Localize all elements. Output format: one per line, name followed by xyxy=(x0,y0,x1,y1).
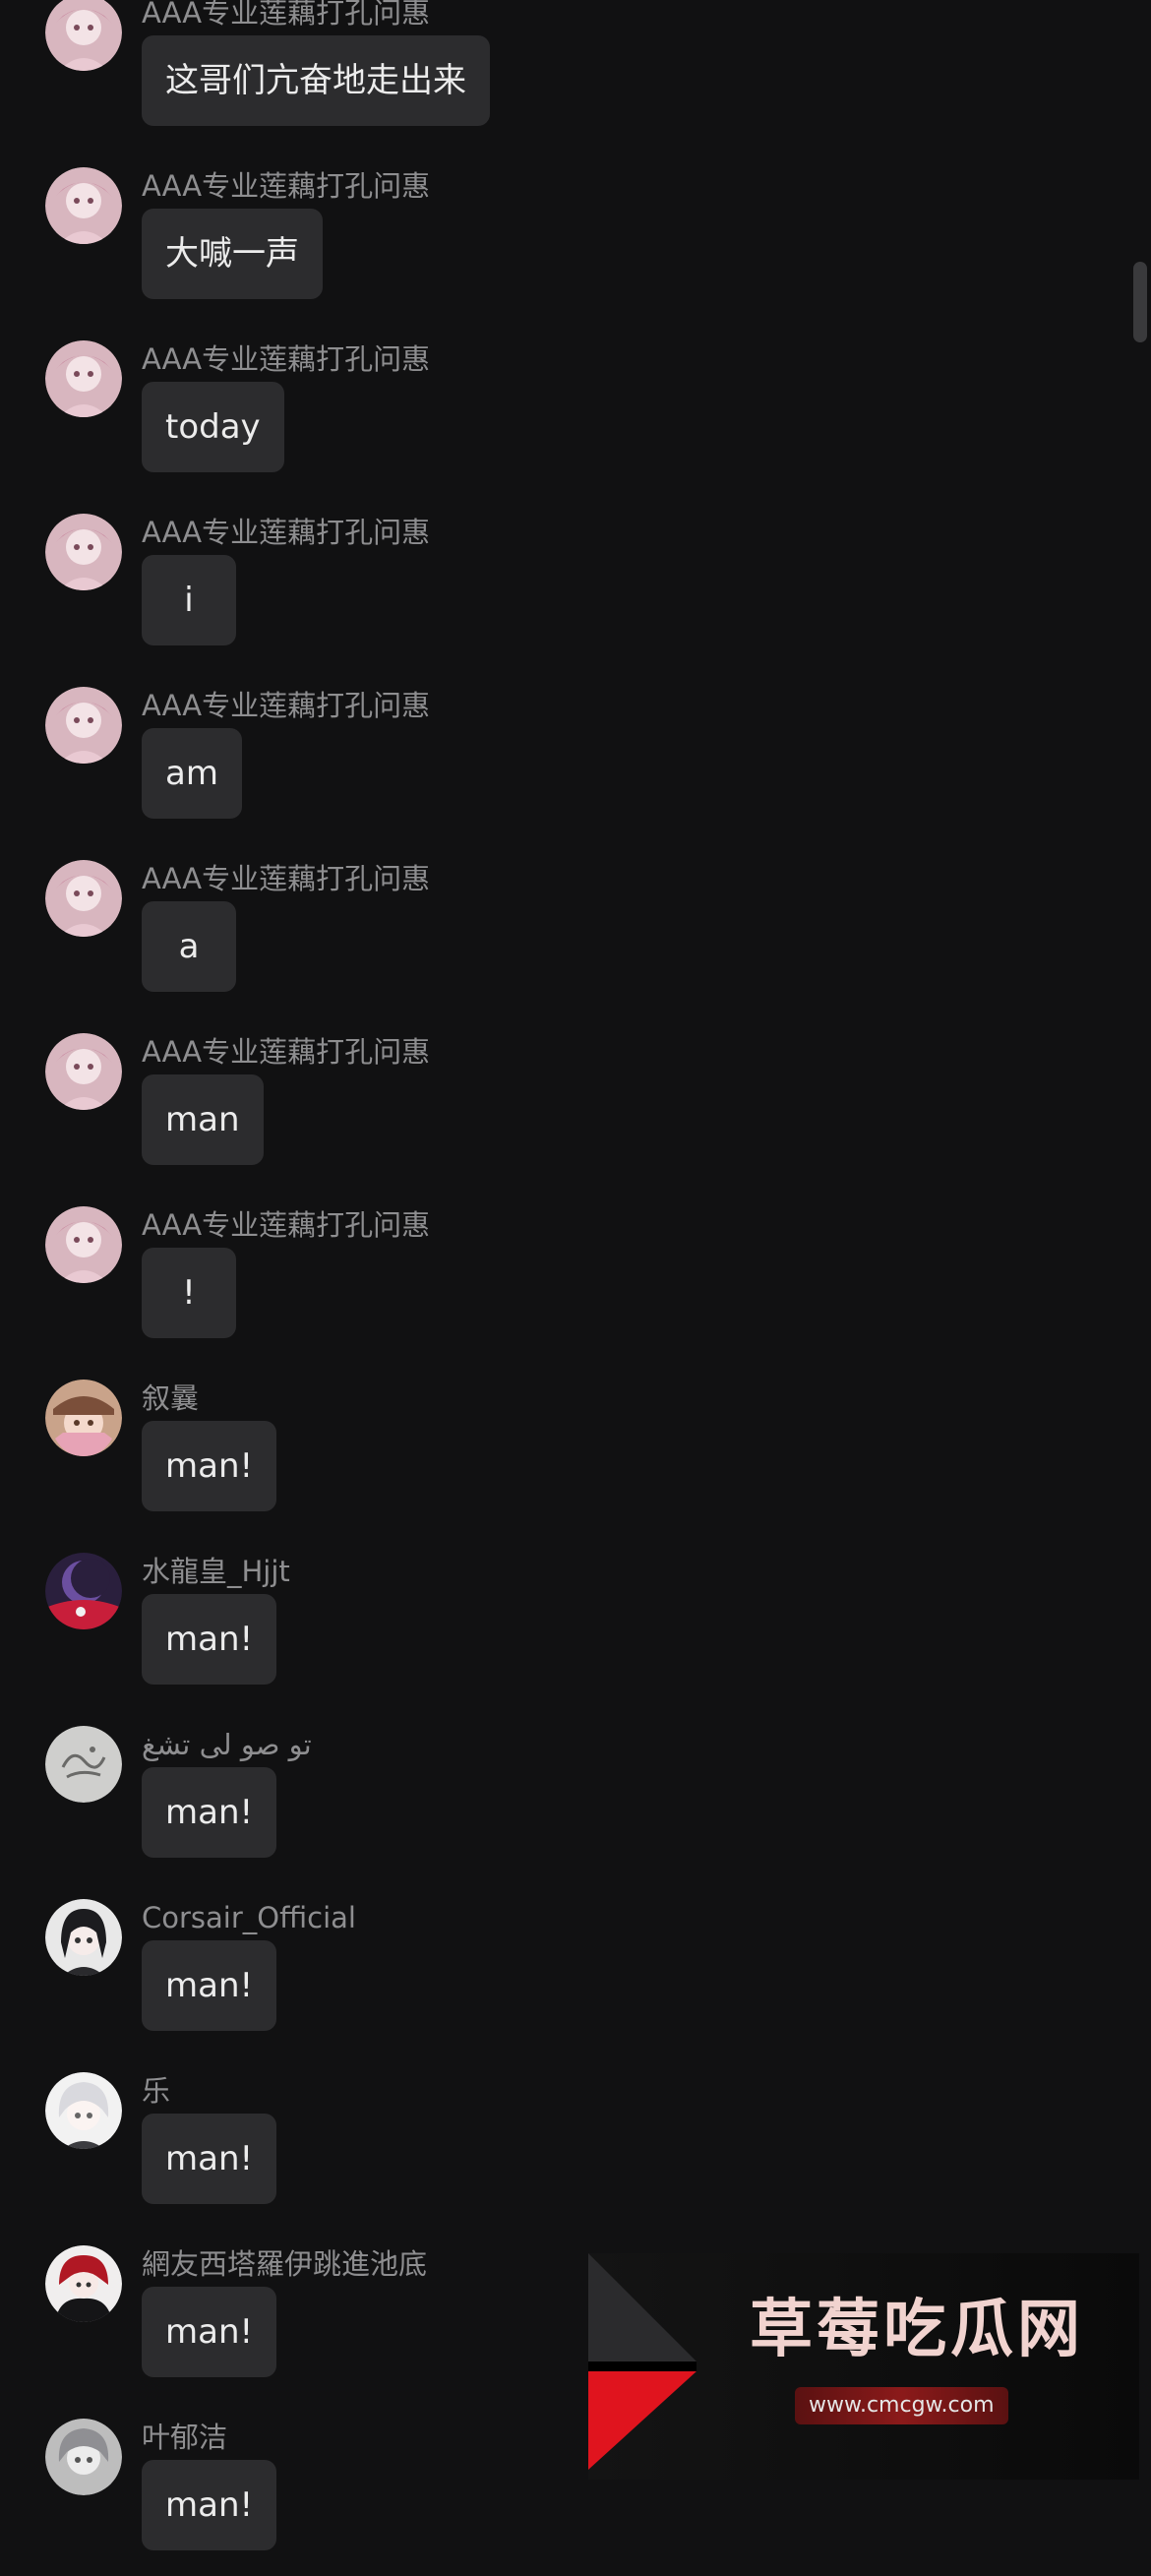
anime-hat-avatar-icon[interactable] xyxy=(45,1380,122,1456)
message-bubble[interactable]: a xyxy=(142,901,236,992)
username[interactable]: AAA专业莲藕打孔问惠 xyxy=(142,860,430,897)
username[interactable]: AAA专业莲藕打孔问惠 xyxy=(142,1033,430,1071)
gray-anime-avatar-icon[interactable] xyxy=(45,2419,122,2495)
chat-message: 水龍皇_Hjjt man! xyxy=(45,1553,1029,1710)
message-bubble[interactable]: ! xyxy=(142,1248,236,1338)
username[interactable]: 水龍皇_Hjjt xyxy=(142,1553,290,1590)
username[interactable]: 叙曩 xyxy=(142,1380,199,1417)
chat-message: تو صو لی تشغ man! xyxy=(45,1726,1029,1883)
chat-message: AAA专业莲藕打孔问惠 大喊一声 xyxy=(45,167,1029,325)
watermark-title: 草莓吃瓜网 xyxy=(750,2294,1084,2366)
chat-message: 叙曩 man! xyxy=(45,1380,1029,1537)
pink-anime-avatar-icon[interactable] xyxy=(45,1033,122,1110)
chat-message: AAA专业莲藕打孔问惠 am xyxy=(45,687,1029,844)
username[interactable]: AAA专业莲藕打孔问惠 xyxy=(142,514,430,551)
username[interactable]: Corsair_Official xyxy=(142,1899,356,1936)
chat-message: AAA专业莲藕打孔问惠 i xyxy=(45,514,1029,671)
message-bubble[interactable]: 这哥们亢奋地走出来 xyxy=(142,35,490,126)
username[interactable]: AAA专业莲藕打孔问惠 xyxy=(142,687,430,724)
chat-message: AAA专业莲藕打孔问惠 man xyxy=(45,1033,1029,1191)
watermark-url: www.cmcgw.com xyxy=(795,2387,1008,2424)
message-bubble[interactable]: today xyxy=(142,382,284,472)
pink-anime-avatar-icon[interactable] xyxy=(45,514,122,590)
username[interactable]: AAA专业莲藕打孔问惠 xyxy=(142,167,430,205)
message-bubble[interactable]: man! xyxy=(142,1767,277,1858)
chat-message: AAA专业莲藕打孔问惠 a xyxy=(45,860,1029,1017)
pink-anime-avatar-icon[interactable] xyxy=(45,687,122,764)
site-watermark: 草莓吃瓜网 www.cmcgw.com xyxy=(588,2253,1139,2480)
pink-anime-avatar-icon[interactable] xyxy=(45,167,122,244)
username[interactable]: AAA专业莲藕打孔问惠 xyxy=(142,0,430,31)
message-bubble[interactable]: i xyxy=(142,555,236,645)
message-bubble[interactable]: 大喊一声 xyxy=(142,209,323,299)
message-bubble[interactable]: man! xyxy=(142,1421,277,1511)
white-hair-avatar-icon[interactable] xyxy=(45,2072,122,2149)
username[interactable]: 乐 xyxy=(142,2072,170,2110)
username[interactable]: 網友西塔羅伊跳進池底 xyxy=(142,2245,427,2283)
message-bubble[interactable]: man! xyxy=(142,1594,277,1685)
dark-moon-avatar-icon[interactable] xyxy=(45,1553,122,1629)
chat-message: AAA专业莲藕打孔问惠 ! xyxy=(45,1206,1029,1364)
dark-hair-avatar-icon[interactable] xyxy=(45,1899,122,1976)
username[interactable]: تو صو لی تشغ xyxy=(142,1726,312,1763)
chat-message: AAA专业莲藕打孔问惠 这哥们亢奋地走出来 xyxy=(45,0,1029,152)
calligraphy-avatar-icon[interactable] xyxy=(45,1726,122,1803)
pink-anime-avatar-icon[interactable] xyxy=(45,0,122,71)
message-bubble[interactable]: man! xyxy=(142,2287,277,2377)
message-bubble[interactable]: man! xyxy=(142,2114,277,2204)
chat-message: 乐 man! xyxy=(45,2072,1029,2230)
message-bubble[interactable]: man xyxy=(142,1074,264,1165)
scrollbar-thumb[interactable] xyxy=(1133,262,1147,342)
watermark-logo-icon xyxy=(588,2253,697,2470)
pink-anime-avatar-icon[interactable] xyxy=(45,1206,122,1283)
message-bubble[interactable]: man! xyxy=(142,2460,277,2550)
username[interactable]: AAA专业莲藕打孔问惠 xyxy=(142,340,430,378)
chat-message: Corsair_Official man! xyxy=(45,1899,1029,2056)
username[interactable]: 叶郁洁 xyxy=(142,2419,227,2456)
red-dark-avatar-icon[interactable] xyxy=(45,2245,122,2322)
message-bubble[interactable]: am xyxy=(142,728,242,819)
message-bubble[interactable]: man! xyxy=(142,1940,277,2031)
chat-message: AAA专业莲藕打孔问惠 today xyxy=(45,340,1029,498)
chat-message-list[interactable]: AAA专业莲藕打孔问惠 这哥们亢奋地走出来 AAA专业莲藕打孔问惠 大喊一声 A… xyxy=(0,0,1151,2550)
username[interactable]: AAA专业莲藕打孔问惠 xyxy=(142,1206,430,1244)
pink-anime-avatar-icon[interactable] xyxy=(45,340,122,417)
pink-anime-avatar-icon[interactable] xyxy=(45,860,122,937)
